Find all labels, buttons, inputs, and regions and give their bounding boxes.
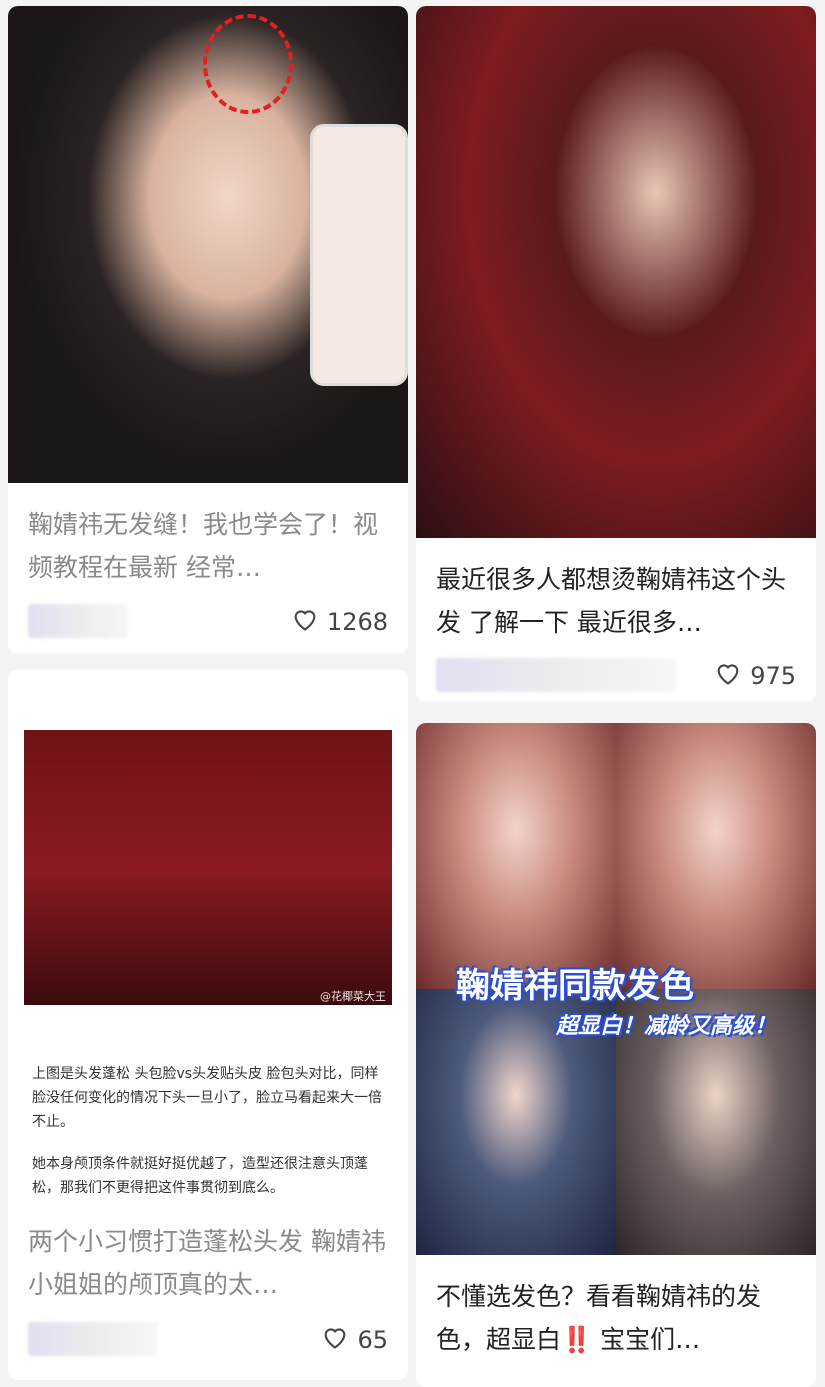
image-paragraph-2: 她本身颅顶条件就挺好挺优越了，造型还很注意头顶蓬松，那我们不更得把这件事贯彻到底…: [32, 1156, 368, 1196]
card-2-title: 最近很多人都想烫鞠婧祎这个头发 了解一下 最近很多…: [436, 565, 787, 637]
collage-overlay-title: 鞠婧祎同款发色: [456, 966, 694, 1006]
card-2-cover-image: [416, 6, 816, 538]
card-1-meta: 1268: [28, 602, 388, 642]
card-4-cover-image: 鞠婧祎同款发色 超显白！减龄又高级！: [416, 723, 816, 1255]
like-button[interactable]: 975: [714, 656, 796, 696]
like-count: 975: [750, 662, 796, 690]
comparison-photo-right: [208, 730, 392, 1005]
feed-card-3[interactable]: @花椰菜大王 上图是头发蓬松 头包脸vs头发贴头皮 脸包头对比，同样脸没任何变化…: [8, 670, 408, 1380]
card-3-cover-image: @花椰菜大王 上图是头发蓬松 头包脸vs头发贴头皮 脸包头对比，同样脸没任何变化…: [8, 670, 408, 1215]
feed-card-2[interactable]: 最近很多人都想烫鞠婧祎这个头发 了解一下 最近很多… 975: [416, 6, 816, 702]
hair-part-highlight: [203, 14, 293, 114]
card-1-title: 鞠婧祎无发缝！我也学会了！视频教程在最新 经常…: [28, 510, 379, 582]
collage-overlay-subtitle: 超显白！减龄又高级！: [556, 1014, 777, 1039]
phone-in-hand: [310, 124, 408, 386]
card-3-meta: 65: [28, 1320, 388, 1360]
card-2-meta: 975: [436, 656, 796, 696]
collage-photo-1: [416, 723, 616, 989]
like-count: 65: [357, 1326, 388, 1354]
heart-outline-icon: [321, 1324, 349, 1356]
card-4-title: 不懂选发色？看看鞠婧祎的发色，超显白‼️ 宝宝们…: [436, 1282, 762, 1354]
feed-card-4[interactable]: 鞠婧祎同款发色 超显白！减龄又高级！ 不懂选发色？看看鞠婧祎的发色，超显白‼️ …: [416, 723, 816, 1387]
like-count: 1268: [326, 608, 388, 636]
comparison-photo-left: [24, 730, 208, 1005]
like-button[interactable]: 1268: [291, 602, 388, 642]
feed-card-1[interactable]: 鞠婧祎无发缝！我也学会了！视频教程在最新 经常… 1268: [8, 6, 408, 654]
image-paragraph-1: 上图是头发蓬松 头包脸vs头发贴头皮 脸包头对比，同样脸没任何变化的情况下头一旦…: [32, 1066, 382, 1130]
image-watermark: @花椰菜大王: [320, 990, 386, 1003]
author-avatar[interactable]: [28, 1322, 158, 1356]
collage-photo-2: [616, 723, 816, 989]
card-3-title: 两个小习惯打造蓬松头发 鞠婧祎小姐姐的颅顶真的太…: [28, 1227, 386, 1299]
heart-outline-icon: [291, 606, 319, 638]
card-1-cover-image: [8, 6, 408, 483]
heart-outline-icon: [714, 660, 742, 692]
author-avatar[interactable]: [28, 604, 128, 638]
author-avatar[interactable]: [436, 658, 676, 692]
like-button[interactable]: 65: [321, 1320, 388, 1360]
